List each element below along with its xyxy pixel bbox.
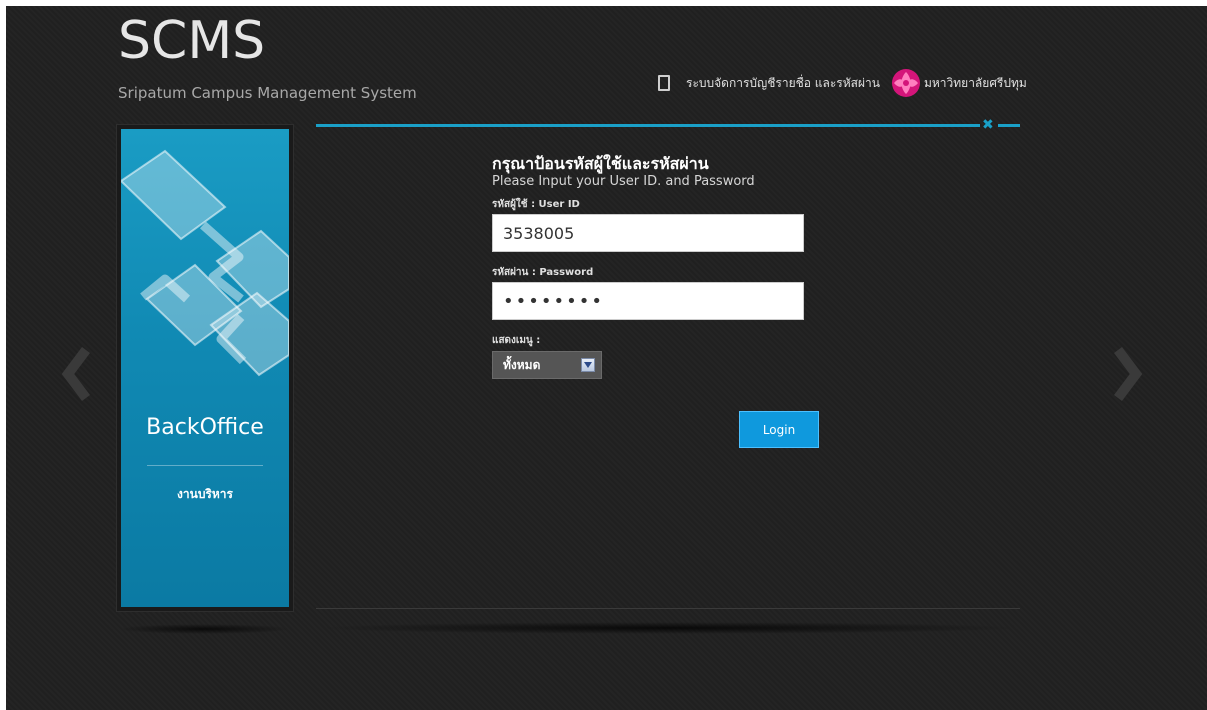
login-form: กรุณาป้อนรหัสผู้ใช้และรหัสผ่าน Please In… [492,154,804,379]
chevron-left-icon[interactable] [62,344,92,404]
account-management-link[interactable]: ระบบจัดการบัญชีรายชื่อ และรหัสผ่าน [686,74,880,93]
panel-bottom-border [316,608,1020,609]
module-title: BackOffice [146,415,264,440]
module-card-face: BackOffice งานบริหาร [121,129,289,607]
app-title: SCMS [118,11,266,71]
chevron-down-icon[interactable] [581,358,595,372]
panel-top-border-tail [998,124,1020,127]
user-id-input[interactable] [492,214,804,252]
app-subtitle: Sripatum Campus Management System [118,84,417,102]
user-id-label: รหัสผู้ใช้ : User ID [492,199,580,210]
panel-shadow [316,622,1020,634]
password-input[interactable] [492,282,804,320]
password-label: รหัสผ่าน : Password [492,267,594,278]
login-button[interactable]: Login [739,411,819,448]
top-links: ระบบจัดการบัญชีรายชื่อ และรหัสผ่าน มหาวิ… [658,68,1027,98]
module-subtitle: งานบริหาร [177,487,233,501]
close-icon[interactable]: ✖ [982,118,994,132]
tablet-icon [658,75,670,91]
menu-select[interactable]: ทั้งหมด [492,351,602,379]
form-subheading: Please Input your User ID. and Password [492,174,755,189]
panel-top-border [316,124,980,127]
form-heading: กรุณาป้อนรหัสผู้ใช้และรหัสผ่าน [492,154,709,173]
page-background: SCMS Sripatum Campus Management System ร… [6,6,1207,710]
chevron-right-icon[interactable] [1112,344,1142,404]
menu-label: แสดงเมนู : [492,335,541,346]
network-diagram-icon [121,149,289,377]
university-logo-icon [891,69,920,97]
university-name[interactable]: มหาวิทยาลัยศรีปทุม [924,74,1027,93]
menu-select-value: ทั้งหมด [503,357,541,372]
module-divider [147,465,263,466]
module-card-shadow [118,624,290,634]
module-card[interactable]: BackOffice งานบริหาร [116,124,294,612]
